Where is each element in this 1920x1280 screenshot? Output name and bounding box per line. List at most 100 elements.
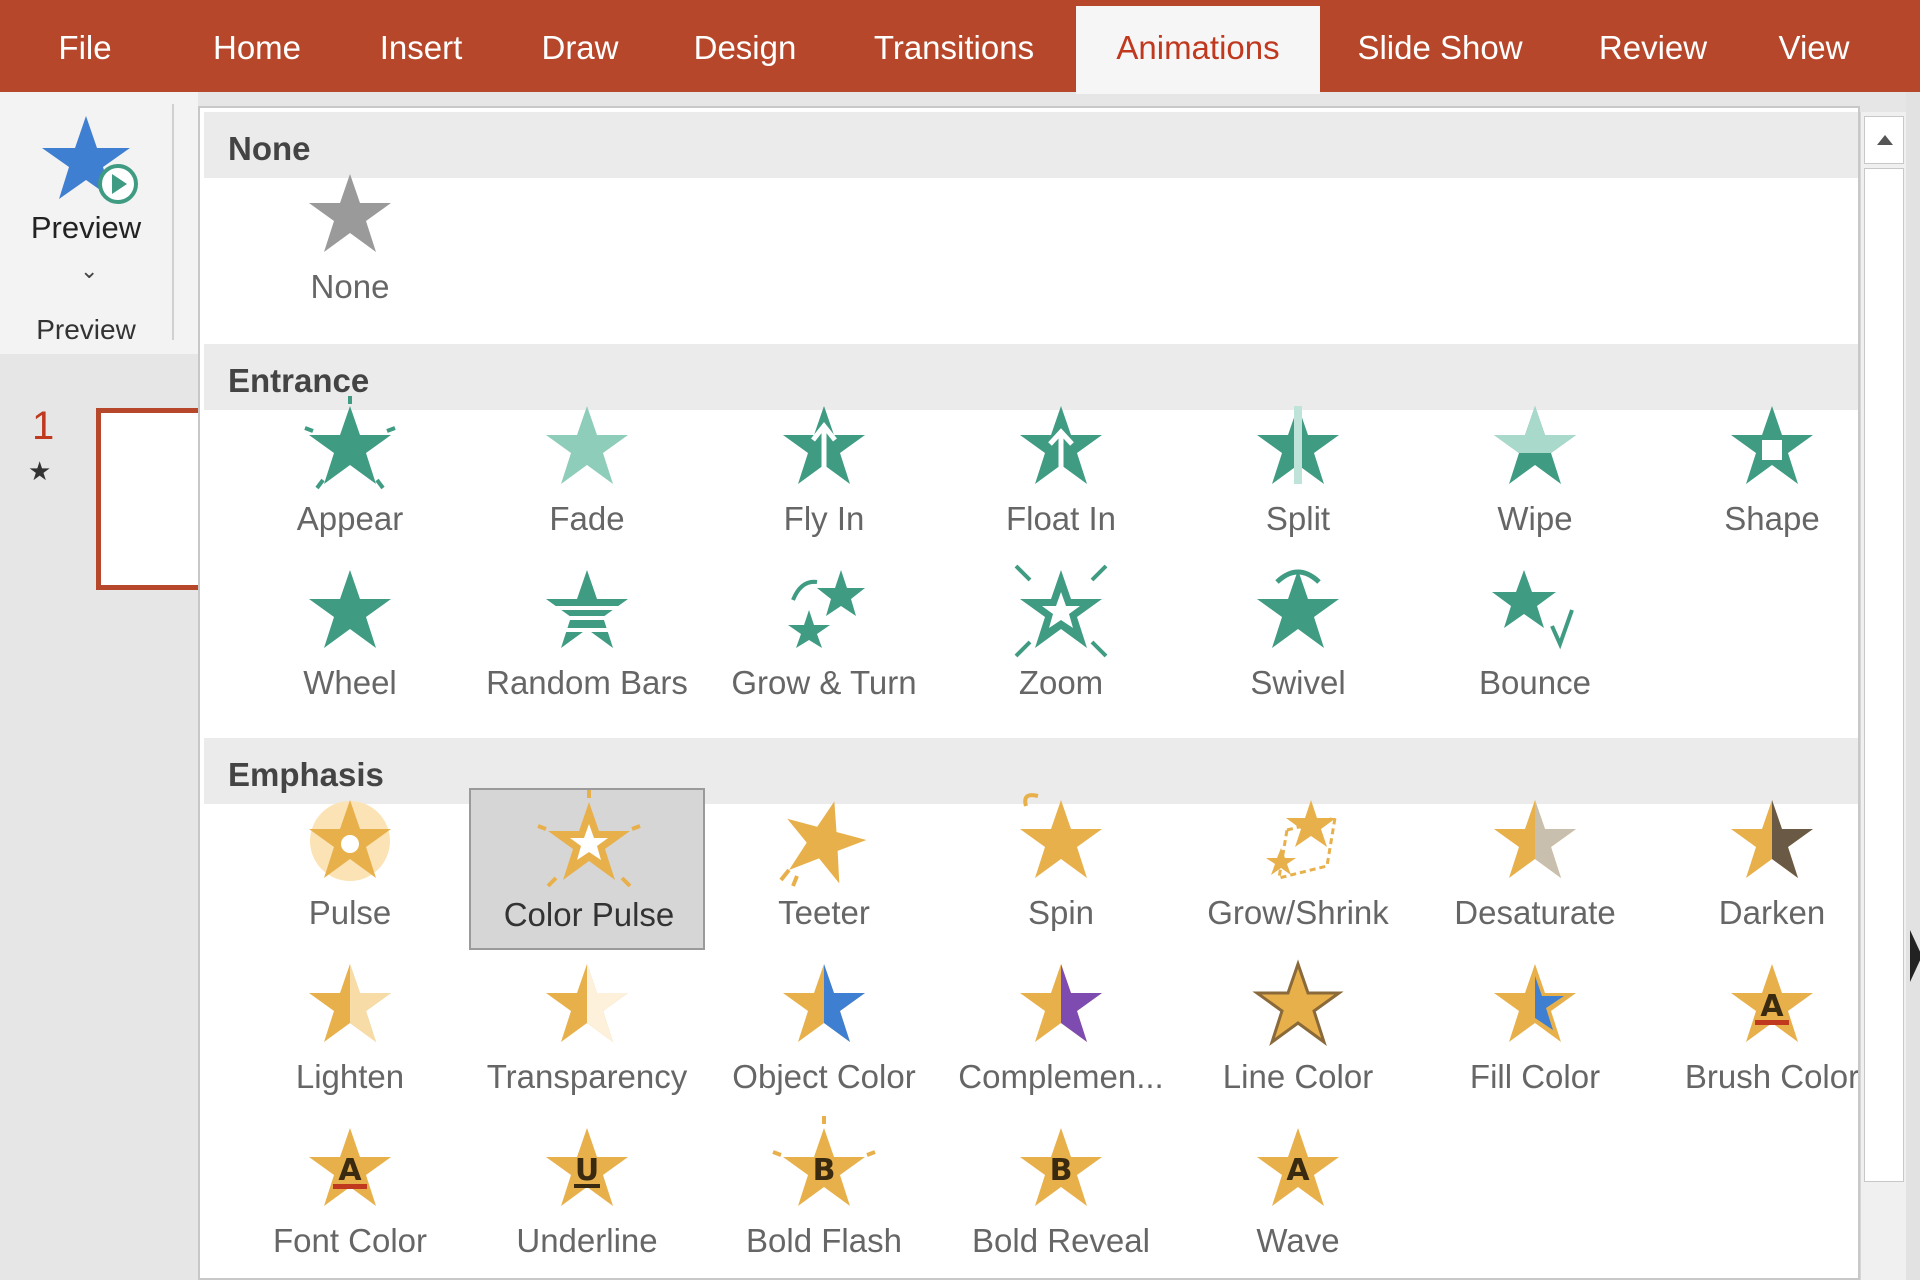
animation-label: Float In — [1005, 500, 1117, 537]
animation-shape[interactable]: Shape — [1654, 394, 1858, 556]
animation-label: Transparency — [486, 1058, 688, 1095]
scrollbar-thumb[interactable] — [1864, 168, 1904, 1182]
animation-float-in[interactable]: Float In — [943, 394, 1179, 556]
tab-insert[interactable]: Insert — [364, 0, 478, 92]
animation-swivel[interactable]: Swivel — [1180, 558, 1416, 720]
fade-icon — [546, 406, 628, 484]
animation-label: Teeter — [778, 894, 870, 931]
wipe-icon — [1494, 406, 1576, 484]
appear-icon — [304, 396, 396, 490]
svg-text:A: A — [1760, 989, 1784, 1024]
animation-object-color[interactable]: Object Color — [706, 952, 942, 1114]
shape-icon — [1731, 406, 1813, 484]
brush-color-icon: A — [1731, 964, 1813, 1042]
preview-button[interactable]: Preview ⌄ — [8, 108, 164, 298]
tab-draw[interactable]: Draw — [524, 0, 636, 92]
animation-color-pulse[interactable]: Color Pulse — [469, 788, 705, 950]
fly-in-icon — [783, 406, 865, 484]
gallery-scrollbar[interactable] — [1860, 112, 1906, 1280]
tab-review[interactable]: Review — [1586, 0, 1720, 92]
animation-zoom[interactable]: Zoom — [943, 558, 1179, 720]
animation-fade[interactable]: Fade — [469, 394, 705, 556]
animation-teeter[interactable]: Teeter — [706, 788, 942, 950]
animation-font-color[interactable]: A Font Color — [232, 1116, 468, 1278]
animation-fly-in[interactable]: Fly In — [706, 394, 942, 556]
animation-underline[interactable]: U Underline — [469, 1116, 705, 1278]
animation-transparency[interactable]: Transparency — [469, 952, 705, 1114]
star-gray-icon — [309, 174, 391, 252]
lighten-icon — [309, 964, 391, 1042]
tab-transitions[interactable]: Transitions — [856, 0, 1052, 92]
transparency-icon — [546, 964, 628, 1042]
object-color-icon — [783, 964, 865, 1042]
animation-bold-flash[interactable]: B Bold Flash — [706, 1116, 942, 1278]
tab-home[interactable]: Home — [196, 0, 318, 92]
scroll-up-button[interactable] — [1864, 116, 1904, 164]
animation-appear[interactable]: Appear — [232, 394, 468, 556]
animation-label: Line Color — [1222, 1058, 1374, 1095]
animation-label: Pulse — [308, 894, 392, 931]
zoom-icon — [1014, 564, 1108, 658]
bold-reveal-icon: B — [1020, 1128, 1102, 1206]
animation-wheel[interactable]: Wheel — [232, 558, 468, 720]
animation-label: Underline — [516, 1222, 658, 1259]
animation-split[interactable]: Split — [1180, 394, 1416, 556]
right-edge-strip — [1906, 92, 1920, 1280]
slide-thumbnail[interactable] — [96, 408, 206, 590]
animation-label: Swivel — [1250, 664, 1346, 701]
spin-icon — [1020, 793, 1102, 878]
animation-wave[interactable]: A Wave — [1180, 1116, 1416, 1278]
animation-bounce[interactable]: Bounce — [1417, 558, 1653, 720]
animation-label: Fly In — [783, 500, 865, 537]
animation-darken[interactable]: Darken — [1654, 788, 1858, 950]
complementary-color-icon — [1020, 964, 1102, 1042]
animation-label: Random Bars — [486, 664, 688, 701]
animation-brush-color[interactable]: A Brush Color — [1654, 952, 1858, 1114]
animation-random-bars[interactable]: Random Bars — [469, 558, 705, 720]
chevron-down-icon: ⌄ — [80, 258, 99, 283]
animation-label: Object Color — [732, 1058, 916, 1095]
tab-view[interactable]: View — [1768, 0, 1860, 92]
tab-animations[interactable]: Animations — [1076, 6, 1320, 94]
svg-text:A: A — [338, 1153, 362, 1188]
animation-label: Font Color — [272, 1222, 428, 1259]
animation-label: None — [310, 268, 390, 305]
animation-pulse[interactable]: Pulse — [232, 788, 468, 950]
tab-file[interactable]: File — [40, 0, 130, 92]
animation-complementary-color[interactable]: Complemen... — [943, 952, 1179, 1114]
slide-animation-star-icon: ★ — [28, 456, 52, 486]
pulse-icon — [309, 800, 391, 881]
tab-slide-show[interactable]: Slide Show — [1346, 0, 1534, 92]
animation-bold-reveal[interactable]: B Bold Reveal — [943, 1116, 1179, 1278]
fill-color-icon — [1494, 964, 1576, 1042]
animation-label: Darken — [1718, 894, 1826, 931]
arrow-pointer-icon — [1910, 930, 1920, 982]
animation-line-color[interactable]: Line Color — [1180, 952, 1416, 1114]
animation-label: Bold Flash — [746, 1222, 902, 1259]
wheel-icon — [309, 570, 391, 648]
color-pulse-icon — [537, 790, 641, 888]
animation-label: Zoom — [1018, 664, 1104, 701]
teeter-icon — [779, 801, 867, 887]
animation-wipe[interactable]: Wipe — [1417, 394, 1653, 556]
animation-spin[interactable]: Spin — [943, 788, 1179, 950]
animation-lighten[interactable]: Lighten — [232, 952, 468, 1114]
animation-label: Brush Color — [1684, 1058, 1860, 1095]
animation-label: Appear — [296, 500, 404, 537]
random-bars-icon — [546, 570, 628, 648]
line-color-icon — [1252, 959, 1344, 1046]
animation-desaturate[interactable]: Desaturate — [1417, 788, 1653, 950]
animation-star-gray[interactable]: None — [232, 162, 468, 324]
swivel-icon — [1257, 569, 1339, 648]
float-in-icon — [1020, 406, 1102, 484]
svg-text:A: A — [1286, 1153, 1310, 1188]
tab-design[interactable]: Design — [682, 0, 808, 92]
animation-label: Wipe — [1497, 500, 1573, 537]
ribbon-group-divider — [172, 104, 174, 340]
animation-grow-turn[interactable]: Grow & Turn — [706, 558, 942, 720]
animation-label: Grow & Turn — [731, 664, 917, 701]
animation-label: Fill Color — [1469, 1058, 1601, 1095]
animation-label: Spin — [1027, 894, 1095, 931]
animation-fill-color[interactable]: Fill Color — [1417, 952, 1653, 1114]
animation-grow-shrink[interactable]: Grow/Shrink — [1180, 788, 1416, 950]
